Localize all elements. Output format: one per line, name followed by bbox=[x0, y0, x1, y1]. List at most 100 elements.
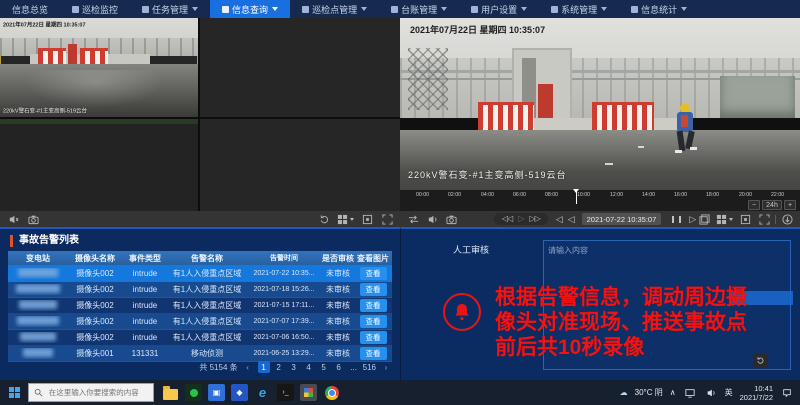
internet-explorer-icon[interactable]: e bbox=[254, 384, 271, 401]
timeline-tick: 02:00 bbox=[448, 192, 461, 198]
alert-bell-icon bbox=[443, 293, 481, 331]
view-image-button[interactable]: 查看 bbox=[360, 347, 387, 360]
video-cell-2[interactable] bbox=[200, 18, 400, 117]
table-row[interactable]: 摄像头002intrude有1人入侵重点区域2021-07-22 10:35..… bbox=[8, 266, 392, 282]
table-row[interactable]: 摄像头002intrude有1人入侵重点区域2021-07-07 17:39..… bbox=[8, 314, 392, 330]
page-button[interactable]: 5 bbox=[318, 361, 330, 373]
prev-page-button[interactable]: ‹ bbox=[242, 361, 254, 373]
layout-grid-icon[interactable] bbox=[337, 212, 354, 226]
blue-app-icon[interactable]: ▣ bbox=[208, 384, 225, 401]
nav-item-patrol-monitor[interactable]: 巡检监控 bbox=[60, 0, 130, 18]
cell-view-action: 查看 bbox=[354, 299, 392, 312]
play-icon[interactable]: ▷ bbox=[689, 215, 695, 224]
fullscreen-icon[interactable] bbox=[757, 212, 771, 226]
video-cell-4[interactable] bbox=[200, 119, 400, 211]
view-image-button[interactable]: 查看 bbox=[360, 283, 387, 296]
play-small-icon[interactable]: ▷ bbox=[518, 215, 523, 223]
zoom-out-button[interactable]: − bbox=[748, 200, 760, 210]
playback-video[interactable]: 2021年07月22日 星期四 10:35:07 220kV警石变-#1主变高侧… bbox=[400, 18, 800, 190]
feed1-osd-datetime: 2021年07月22日 星期四 10:35:07 bbox=[3, 20, 86, 28]
nav-item-ledger-mgmt[interactable]: 台账管理 bbox=[379, 0, 459, 18]
redacted-text bbox=[23, 348, 53, 357]
nav-item-info-stats[interactable]: 信息统计 bbox=[619, 0, 699, 18]
table-row[interactable]: 摄像头002intrude有1人入侵重点区域2021-07-06 16:50..… bbox=[8, 330, 392, 346]
speed-control-group: ◁◁ ▷ ▷▷ bbox=[494, 213, 548, 225]
media-app-icon[interactable] bbox=[300, 384, 317, 401]
taskbar-clock[interactable]: 10:41 2021/7/22 bbox=[740, 384, 773, 402]
blue-app2-icon[interactable]: ◆ bbox=[231, 384, 248, 401]
next-page-button[interactable]: › bbox=[380, 361, 392, 373]
playback-timeline[interactable]: 00:0002:0004:0006:0008:0010:0012:0014:00… bbox=[400, 190, 800, 211]
nav-item-patrol-point-mgmt[interactable]: 巡检点管理 bbox=[290, 0, 379, 18]
page-button[interactable]: 4 bbox=[303, 361, 315, 373]
page-button[interactable]: 6 bbox=[333, 361, 345, 373]
audio-mute-icon[interactable] bbox=[6, 212, 20, 226]
nav-item-label: 用户设置 bbox=[481, 3, 517, 16]
volume-icon[interactable] bbox=[704, 386, 718, 400]
nav-item-overview[interactable]: 信息总览 bbox=[0, 0, 60, 18]
cell-event-type: intrude bbox=[122, 301, 168, 310]
nav-item-user-settings[interactable]: 用户设置 bbox=[459, 0, 539, 18]
file-explorer-icon[interactable] bbox=[162, 384, 179, 401]
range-label: 24h bbox=[762, 200, 782, 210]
view-image-button[interactable]: 查看 bbox=[360, 331, 387, 344]
cycle-icon[interactable] bbox=[317, 212, 331, 226]
pause-icon[interactable] bbox=[669, 212, 683, 226]
page-button[interactable]: 1 bbox=[258, 361, 270, 373]
cell-review-status: 未审核 bbox=[322, 332, 354, 343]
cell-alarm-time: 2021-07-06 16:50... bbox=[246, 334, 322, 341]
snapshot-camera-icon[interactable] bbox=[444, 212, 458, 226]
skip-forward-icon[interactable]: ▷▷ bbox=[529, 215, 539, 223]
alarm-table: 变电站摄像头名称事件类型告警名称告警时间是否审核查看图片摄像头002intrud… bbox=[8, 251, 392, 362]
notification-center-icon[interactable] bbox=[780, 386, 794, 400]
chrome-icon[interactable] bbox=[323, 384, 340, 401]
taskbar-search[interactable] bbox=[28, 383, 154, 402]
green-app-icon[interactable] bbox=[185, 384, 202, 401]
timeline-playhead[interactable] bbox=[576, 190, 577, 204]
audio-icon[interactable] bbox=[425, 212, 439, 226]
floating-widget[interactable] bbox=[753, 353, 768, 368]
search-input[interactable] bbox=[47, 387, 148, 398]
single-view-icon[interactable] bbox=[738, 212, 752, 226]
nav-item-task-mgmt[interactable]: 任务管理 bbox=[130, 0, 210, 18]
view-image-button[interactable]: 查看 bbox=[360, 315, 387, 328]
view-image-button[interactable]: 查看 bbox=[360, 267, 387, 280]
manual-review-panel: 人工审核 根据告警信息，调动周边摄 像头对准现场、推送事故点 前后共10秒录像 bbox=[400, 227, 800, 380]
nav-item-label: 巡检监控 bbox=[82, 3, 118, 16]
page-button[interactable]: 516 bbox=[363, 361, 376, 373]
hidden-icons-chevron[interactable]: ∧ bbox=[670, 388, 676, 397]
skip-back-icon[interactable]: ◁◁ bbox=[502, 215, 512, 223]
stream-switch-icon[interactable] bbox=[406, 212, 420, 226]
fullscreen-icon[interactable] bbox=[380, 212, 394, 226]
frame-back-icon[interactable]: ◁ bbox=[556, 215, 562, 224]
ime-indicator[interactable]: 英 bbox=[725, 387, 733, 398]
download-icon[interactable] bbox=[780, 212, 794, 226]
snapshot-camera-icon[interactable] bbox=[26, 212, 40, 226]
nav-item-label: 任务管理 bbox=[152, 3, 188, 16]
console-icon[interactable]: ›_ bbox=[277, 384, 294, 401]
multi-window-icon[interactable] bbox=[697, 212, 711, 226]
start-button[interactable] bbox=[0, 380, 28, 405]
view-image-button[interactable]: 查看 bbox=[360, 299, 387, 312]
cell-substation-redacted bbox=[8, 300, 68, 311]
clock-date: 2021/7/22 bbox=[740, 393, 773, 402]
page-button[interactable]: 2 bbox=[273, 361, 285, 373]
nav-item-info-query[interactable]: 信息查询 bbox=[210, 0, 290, 18]
single-view-icon[interactable] bbox=[360, 212, 374, 226]
table-row[interactable]: 摄像头002intrude有1人入侵重点区域2021-07-18 15:26..… bbox=[8, 282, 392, 298]
patrol-monitor-icon bbox=[72, 6, 79, 13]
feed2-transformers bbox=[720, 76, 795, 118]
table-row[interactable]: 摄像头002intrude有1人入侵重点区域2021-07-15 17:11..… bbox=[8, 298, 392, 314]
weather-text[interactable]: 30°C 阴 bbox=[635, 387, 663, 398]
frame-back2-icon[interactable]: ◁ bbox=[568, 215, 574, 224]
table-row[interactable]: 摄像头001131331移动侦测2021-06-25 13:29...未审核查看 bbox=[8, 346, 392, 362]
column-header: 查看图片 bbox=[354, 253, 392, 264]
ledger-icon bbox=[391, 6, 398, 13]
zoom-in-button[interactable]: + bbox=[784, 200, 796, 210]
display-icon[interactable] bbox=[683, 386, 697, 400]
page-button[interactable]: 3 bbox=[288, 361, 300, 373]
layout-grid-icon[interactable] bbox=[716, 212, 733, 226]
video-cell-3[interactable] bbox=[0, 119, 198, 211]
video-cell-1[interactable]: 2021年07月22日 星期四 10:35:07 220kV警石变-#1主变高侧… bbox=[0, 18, 198, 117]
nav-item-system-mgmt[interactable]: 系统管理 bbox=[539, 0, 619, 18]
